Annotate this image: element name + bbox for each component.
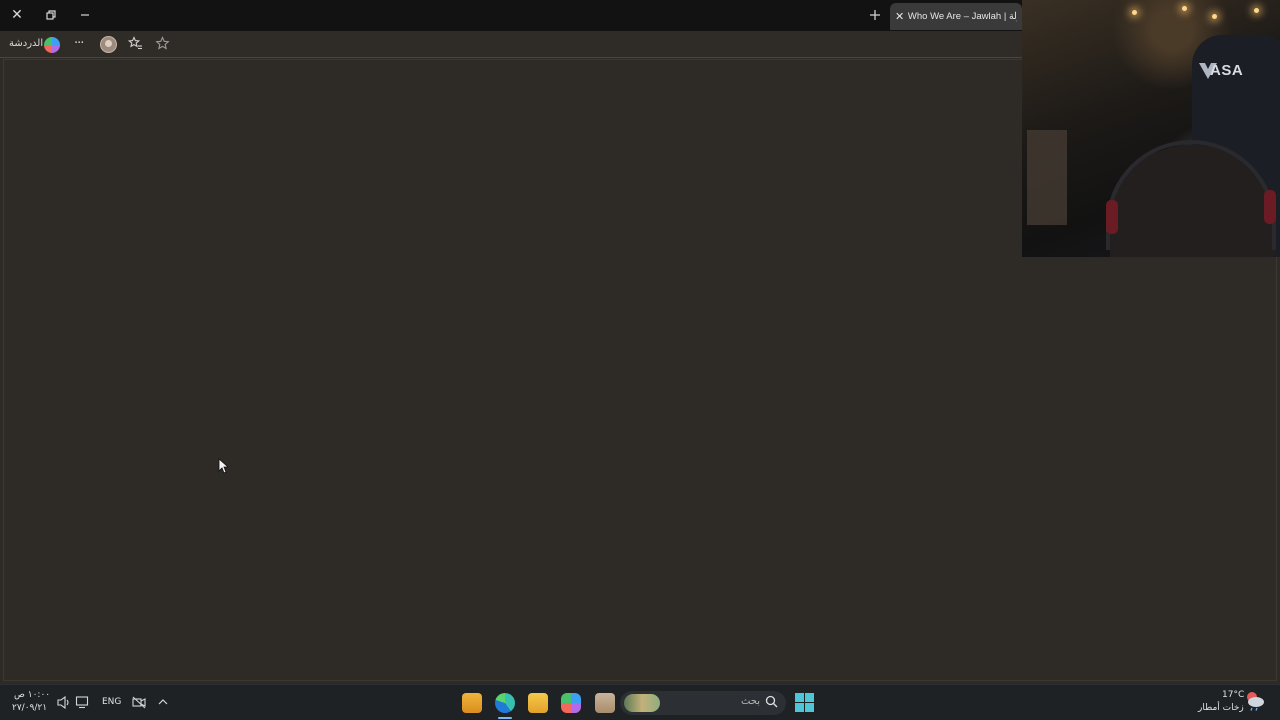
active-app-indicator: [498, 717, 512, 719]
network-icon[interactable]: [75, 695, 89, 709]
light-bulb: [1212, 14, 1217, 19]
store-app-icon[interactable]: [462, 693, 482, 713]
minimize-icon: [81, 14, 89, 16]
add-favorite-star-icon[interactable]: [155, 36, 170, 51]
chevron-up-icon[interactable]: [158, 698, 168, 706]
rain-cloud-icon[interactable]: [1244, 691, 1266, 711]
browser-toolbar: الدردشة ···: [0, 31, 1022, 58]
profile-avatar[interactable]: [100, 36, 117, 53]
file-explorer-icon[interactable]: [528, 693, 548, 713]
notes-app-icon[interactable]: [595, 693, 615, 713]
headset-ear: [1264, 190, 1276, 224]
close-icon: ✕: [11, 7, 23, 23]
restore-window-button[interactable]: [34, 0, 68, 30]
meet-off-icon[interactable]: [132, 696, 146, 709]
search-placeholder: بحث: [740, 696, 760, 707]
headset-ear: [1106, 200, 1118, 234]
plus-icon: [870, 10, 880, 20]
edge-browser-icon[interactable]: [495, 693, 515, 713]
light-bulb: [1132, 10, 1137, 15]
webcam-overlay: ASA: [1022, 0, 1280, 257]
favorites-icon[interactable]: [128, 36, 143, 51]
shelf: [1027, 130, 1067, 225]
minimize-window-button[interactable]: [68, 0, 102, 30]
weather-description[interactable]: زخات أمطار: [1198, 703, 1244, 713]
mouse-cursor-icon: [218, 458, 228, 474]
search-icon: [765, 695, 778, 708]
more-options-icon[interactable]: ···: [74, 36, 84, 51]
browser-tab[interactable]: ✕ Who We Are – Jawlah | جولة: [890, 3, 1022, 30]
tab-close-icon[interactable]: ✕: [895, 10, 906, 23]
clock-date[interactable]: ٢٧/٠٩/٢١: [12, 703, 47, 713]
language-indicator[interactable]: ENG: [102, 697, 121, 707]
clock-time[interactable]: ١٠:٠٠ ص: [14, 690, 50, 700]
restore-icon: [46, 10, 56, 20]
light-bulb: [1254, 8, 1259, 13]
search-highlight-image: [624, 694, 660, 712]
new-tab-button[interactable]: [863, 3, 887, 27]
copilot-app-icon[interactable]: [561, 693, 581, 713]
taskbar: ١٠:٠٠ ص ٢٧/٠٩/٢١ ENG بحث 17°C زخات أمطار: [0, 684, 1280, 720]
start-menu-icon[interactable]: [795, 693, 814, 712]
volume-icon[interactable]: [57, 696, 71, 709]
taskbar-search[interactable]: بحث: [620, 691, 786, 715]
copilot-icon[interactable]: [44, 37, 60, 53]
chat-label[interactable]: الدردشة: [9, 38, 43, 49]
weather-temperature[interactable]: 17°C: [1222, 690, 1244, 700]
screen: ✕ ✕ Who We Are – Jawlah | جولة الدردشة: [0, 0, 1280, 720]
chair-brand: ASA: [1210, 62, 1244, 79]
light-bulb: [1182, 6, 1187, 11]
tab-title: Who We Are – Jawlah | جولة: [907, 11, 1017, 22]
close-window-button[interactable]: ✕: [0, 0, 34, 30]
